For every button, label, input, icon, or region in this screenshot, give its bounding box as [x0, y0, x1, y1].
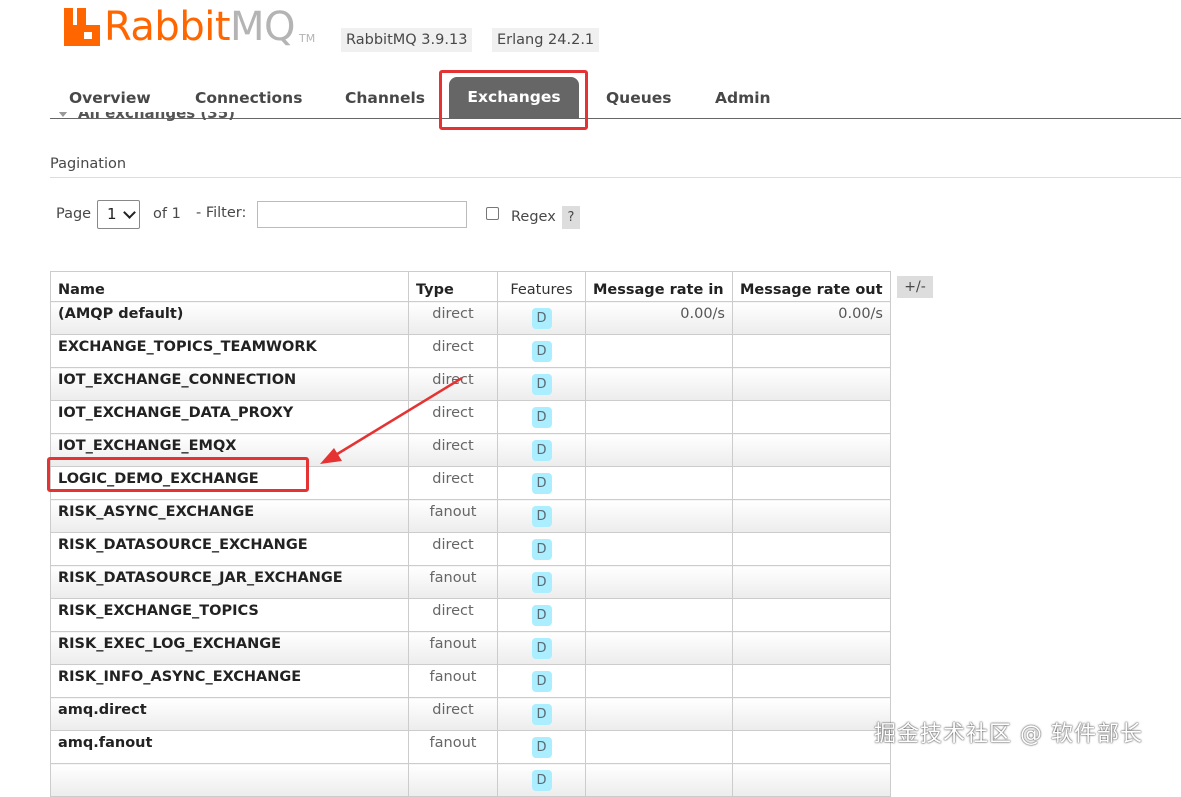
durable-badge: D: [531, 770, 552, 791]
exchange-features: D: [497, 763, 586, 797]
exchange-name-link[interactable]: [50, 763, 409, 797]
message-rate-in: [585, 763, 733, 797]
exchange-type: [408, 763, 498, 797]
watermark: 掘金技术社区 @ 软件部长: [874, 722, 1143, 747]
annotation-arrow-icon: [320, 376, 463, 464]
message-rate-out: [732, 763, 891, 797]
table-row: D: [50, 763, 891, 797]
